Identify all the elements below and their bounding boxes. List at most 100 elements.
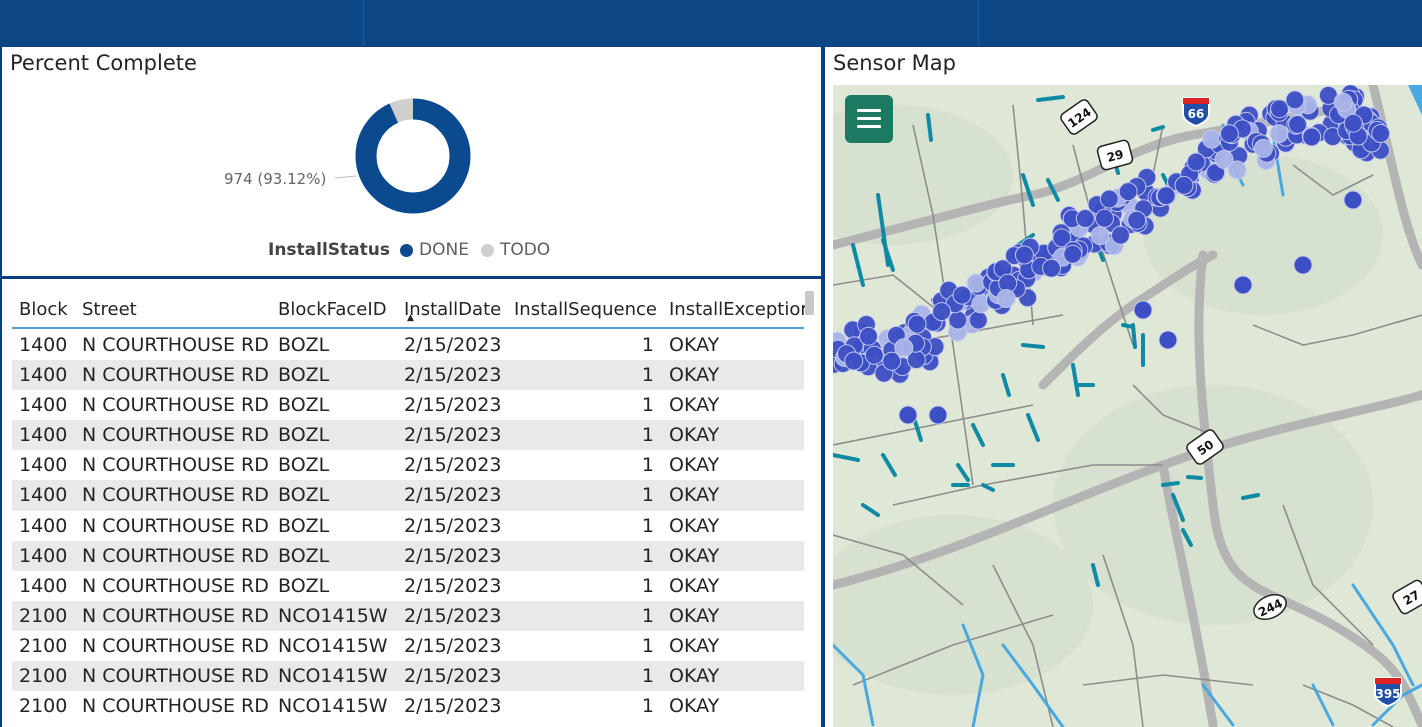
- table-row[interactable]: 1400 N COURTHOUSE RD BOZL 2/15/2023 1 OKAY: [12, 360, 804, 391]
- sensor-point: [1099, 189, 1119, 209]
- percent-complete-visual[interactable]: Percent Complete 974 (93.12%) InstallSta…: [2, 47, 821, 276]
- donut-data-label: 974 (93.12%): [224, 170, 327, 188]
- block-segment: [861, 503, 880, 517]
- sensor-point: [1042, 258, 1061, 278]
- table-cell: 1: [641, 454, 654, 477]
- sensor-point: [968, 310, 988, 330]
- block-segment: [1131, 323, 1137, 349]
- block-segment: [971, 423, 985, 447]
- table-cell: 1: [641, 574, 654, 597]
- table-row[interactable]: 2100 N COURTHOUSE RD NCO1415W 2/15/2023 1 OKA…: [12, 661, 804, 692]
- table-cell: 2/15/2023: [404, 695, 502, 718]
- hamburger-menu-icon[interactable]: [845, 95, 893, 143]
- sensor-point: [844, 351, 864, 371]
- table-row[interactable]: 2100 N COURTHOUSE RD NCO1415W 2/15/2023 1 OKA…: [12, 691, 804, 721]
- table-row[interactable]: 2100 N COURTHOUSE RD NCO1415W 2/15/2023 1 OKA…: [12, 600, 804, 631]
- table-cell: 1: [641, 424, 654, 447]
- sensor-point: [1333, 92, 1353, 112]
- block-segment: [1161, 481, 1180, 487]
- table-cell: 1400: [19, 334, 68, 356]
- table-row[interactable]: 1400 N COURTHOUSE RD BOZL 2/15/2023 1 OKAY: [12, 511, 804, 541]
- table-cell: NCO1415W: [278, 665, 388, 688]
- sensor-point: [996, 289, 1016, 308]
- table-cell: OKAY: [669, 544, 720, 567]
- sensor-point: [1186, 152, 1206, 172]
- legend-label-todo[interactable]: TODO: [500, 240, 550, 260]
- table-cell: 1400: [19, 364, 68, 387]
- table-cell: N COURTHOUSE RD: [82, 514, 269, 537]
- route-number-label: 395: [1375, 687, 1400, 701]
- table-row[interactable]: 1400 N COURTHOUSE RD BOZL 2/15/2023 1 OKAY: [12, 450, 804, 480]
- table-cell: 1400: [19, 574, 68, 597]
- table-row[interactable]: 1400 N COURTHOUSE RD BOZL 2/15/2023 1 OKAY: [12, 540, 804, 571]
- table-cell: OKAY: [669, 514, 720, 537]
- horizontal-scrollbar[interactable]: [805, 291, 814, 315]
- sort-ascending-icon: ▲: [407, 313, 414, 323]
- table-cell: 2100: [19, 665, 68, 688]
- table-cell: N COURTHOUSE RD: [82, 695, 269, 718]
- legend-label-done[interactable]: DONE: [419, 240, 469, 260]
- block-segment: [981, 483, 995, 492]
- top-bar-divider: [978, 0, 979, 46]
- top-bar-divider: [363, 0, 364, 46]
- column-header-block[interactable]: Block: [19, 299, 68, 320]
- column-header-blockfaceid[interactable]: BlockFaceID: [278, 299, 387, 320]
- route-shield-icon: 124: [1060, 99, 1098, 135]
- donut-slice-done[interactable]: [355, 98, 471, 214]
- stream: [1311, 683, 1335, 727]
- sensor-point: [952, 285, 972, 305]
- block-segment: [1021, 343, 1045, 349]
- table-row[interactable]: 2100 N COURTHOUSE RD NCO1415W 2/15/2023 1 OKA…: [12, 631, 804, 661]
- table-cell: N COURTHOUSE RD: [82, 544, 269, 567]
- table-row[interactable]: 1400 N COURTHOUSE RD BOZL 2/15/2023 1 OKAY: [12, 330, 804, 360]
- route-shield-icon: 66: [1182, 97, 1210, 128]
- map-canvas[interactable]: 124 29 66 50 244 27 395: [833, 85, 1422, 727]
- table-row[interactable]: 1400 N COURTHOUSE RD BOZL 2/15/2023 1 OKAY: [12, 420, 804, 451]
- table-row[interactable]: 1400 N COURTHOUSE RD BOZL 2/15/2023 1 OKAY: [12, 480, 804, 511]
- table-cell: BOZL: [278, 484, 330, 507]
- table-cell: BOZL: [278, 334, 330, 356]
- install-table[interactable]: Block Street BlockFaceID InstallDate Ins…: [2, 279, 821, 727]
- local-road: [1082, 674, 1254, 686]
- sensor-point: [894, 338, 914, 358]
- sensor-point: [1118, 182, 1138, 202]
- sensor-point: [932, 302, 952, 322]
- sensor-point: [1343, 113, 1363, 133]
- table-cell: 1: [641, 544, 654, 567]
- table-cell: 2100: [19, 634, 68, 657]
- river: [1408, 85, 1422, 115]
- route-shield-icon: 29: [1096, 139, 1134, 171]
- block-segment: [1186, 475, 1203, 480]
- table-cell: 2/15/2023: [404, 574, 502, 597]
- table-cell: BOZL: [278, 574, 330, 597]
- column-header-installexception[interactable]: InstallExceptior: [669, 299, 808, 320]
- map-layer[interactable]: 124296650244 27395: [833, 85, 1422, 727]
- block-segment: [881, 453, 897, 477]
- legend: InstallStatus DONE TODO: [268, 240, 550, 260]
- sensor-point: [864, 345, 884, 365]
- legend-title: InstallStatus: [268, 240, 390, 260]
- sensor-point: [1133, 300, 1153, 320]
- table-cell: 1400: [19, 484, 68, 507]
- sensor-point: [1158, 330, 1178, 350]
- table-cell: OKAY: [669, 574, 720, 597]
- column-header-installsequence[interactable]: InstallSequence: [514, 299, 657, 320]
- table-cell: N COURTHOUSE RD: [82, 665, 269, 688]
- column-header-installdate[interactable]: InstallDate: [404, 299, 501, 320]
- table-row[interactable]: 1400 N COURTHOUSE RD BOZL 2/15/2023 1 OKAY: [12, 571, 804, 601]
- sensor-point: [1095, 208, 1114, 228]
- table-cell: N COURTHOUSE RD: [82, 364, 269, 387]
- table-cell: BOZL: [278, 394, 330, 417]
- route-number-label: 66: [1188, 107, 1205, 121]
- table-cell: BOZL: [278, 364, 330, 387]
- sensor-map-visual[interactable]: Sensor Map 124 29 66 50 244 27 395: [825, 47, 1422, 727]
- column-header-street[interactable]: Street: [82, 299, 137, 320]
- table-cell: BOZL: [278, 454, 330, 477]
- panel-title: Sensor Map: [833, 51, 956, 75]
- table-cell: OKAY: [669, 394, 720, 417]
- table-cell: 1400: [19, 544, 68, 567]
- table-row[interactable]: 1400 N COURTHOUSE RD BOZL 2/15/2023 1 OKAY: [12, 390, 804, 420]
- sensor-point: [859, 326, 878, 346]
- table-cell: N COURTHOUSE RD: [82, 484, 269, 507]
- block-segment: [1001, 373, 1011, 397]
